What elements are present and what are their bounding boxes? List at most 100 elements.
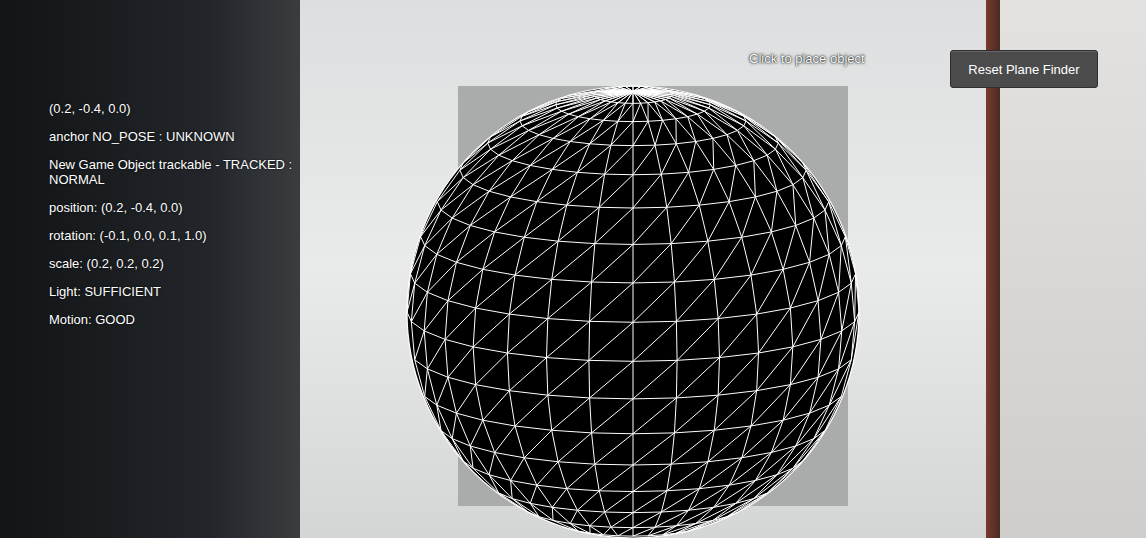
- wireframe-sphere[interactable]: [403, 82, 863, 538]
- mesh-edge: [796, 413, 810, 446]
- mesh-edge: [427, 292, 448, 300]
- mesh-edge: [810, 218, 814, 262]
- mesh-edge: [751, 269, 783, 275]
- mesh-edge: [483, 420, 495, 452]
- mesh-edge: [814, 218, 829, 254]
- mesh-edge: [675, 119, 676, 144]
- mesh-edge: [633, 91, 671, 93]
- mesh-edge: [507, 314, 509, 353]
- mesh-edge: [699, 462, 708, 489]
- mesh-edge: [674, 282, 676, 321]
- mesh-edge: [671, 462, 708, 464]
- mesh-edge: [460, 149, 491, 170]
- mesh-edge: [661, 489, 699, 512]
- mesh-edge: [512, 499, 539, 517]
- mesh-edge: [592, 433, 595, 464]
- mesh-edge: [655, 144, 676, 145]
- mesh-edge: [718, 353, 758, 395]
- mesh-edge: [633, 103, 641, 104]
- mesh-edge: [511, 165, 531, 196]
- mesh-edge: [796, 218, 814, 225]
- mesh-edge: [445, 339, 448, 377]
- mesh-edge: [512, 135, 539, 161]
- mesh-edge: [552, 507, 554, 520]
- mesh-edge: [704, 108, 708, 111]
- mesh-edge: [605, 512, 633, 514]
- mesh-edge: [530, 503, 552, 507]
- mesh-edge: [757, 353, 759, 391]
- mesh-edge: [558, 241, 595, 243]
- mesh-edge: [633, 433, 674, 465]
- mesh-edge: [530, 138, 553, 165]
- mesh-edge: [667, 205, 699, 207]
- mesh-edge: [818, 369, 839, 377]
- mesh-edge: [714, 169, 729, 201]
- mesh-edge: [793, 301, 818, 347]
- mesh-edge: [825, 210, 829, 254]
- mesh-edge: [839, 246, 842, 293]
- mesh-edge: [633, 121, 648, 122]
- mesh-edge: [427, 339, 445, 368]
- mesh-edge: [499, 135, 539, 155]
- mesh-edge: [751, 275, 757, 314]
- mesh-edge: [577, 510, 604, 512]
- mesh-edge: [633, 283, 634, 322]
- sphere-outline: [407, 86, 859, 538]
- mesh-edge: [633, 490, 667, 492]
- mesh-edge: [633, 513, 634, 528]
- mesh-edge: [714, 237, 741, 279]
- mesh-edge: [661, 144, 676, 174]
- mesh-edge: [567, 205, 599, 207]
- mesh-edge: [605, 145, 611, 174]
- reset-plane-finder-button[interactable]: Reset Plane Finder: [950, 50, 1098, 88]
- mesh-edge: [599, 465, 633, 491]
- mesh-edge: [771, 232, 783, 269]
- mesh-edge: [633, 527, 655, 528]
- mesh-edge: [618, 103, 633, 121]
- mesh-edge: [557, 108, 561, 111]
- mesh-edge: [530, 165, 552, 169]
- mesh-edge: [625, 103, 633, 104]
- mesh-edge: [592, 399, 633, 433]
- mesh-edge: [592, 432, 633, 434]
- mesh-edge: [437, 178, 463, 202]
- mesh-edge: [829, 246, 841, 255]
- mesh-edge: [595, 464, 633, 466]
- mesh-edge: [537, 462, 558, 485]
- mesh-edge: [729, 197, 755, 202]
- mesh-edge: [552, 507, 577, 510]
- mesh-edge: [605, 146, 633, 174]
- mesh-edge: [547, 321, 590, 357]
- mesh-edge: [529, 130, 539, 134]
- debug-line: position: (0.2, -0.4, 0.0): [49, 200, 294, 215]
- mesh-edge: [437, 405, 457, 413]
- mesh-edge: [771, 191, 777, 232]
- mesh-edge: [757, 269, 784, 314]
- mesh-edge: [699, 202, 729, 205]
- mesh-edge: [511, 458, 525, 481]
- mesh-edge: [511, 480, 513, 498]
- mesh-edge: [674, 430, 714, 433]
- mesh-edge: [603, 103, 625, 120]
- mesh-edge: [421, 202, 438, 237]
- mesh-edge: [456, 385, 475, 414]
- mesh-edge: [699, 169, 713, 205]
- mesh-edge: [633, 91, 671, 93]
- debug-line: scale: (0.2, 0.2, 0.2): [49, 256, 294, 271]
- mesh-edge: [539, 117, 578, 135]
- mesh-edge: [667, 172, 689, 207]
- mesh-edge: [448, 377, 456, 413]
- mesh-edge: [663, 120, 677, 143]
- mesh-edge: [567, 174, 605, 205]
- mesh-edge: [718, 391, 756, 395]
- mesh-edge: [590, 321, 633, 323]
- mesh-edge: [775, 143, 778, 149]
- mesh-edge: [515, 395, 548, 426]
- mesh-edge: [737, 130, 767, 155]
- mesh-edge: [552, 244, 595, 280]
- mesh-edge: [489, 165, 530, 191]
- mesh-edge: [697, 111, 704, 114]
- mesh-edge: [674, 398, 676, 433]
- mesh-edge: [452, 439, 473, 469]
- mesh-edge: [448, 377, 476, 384]
